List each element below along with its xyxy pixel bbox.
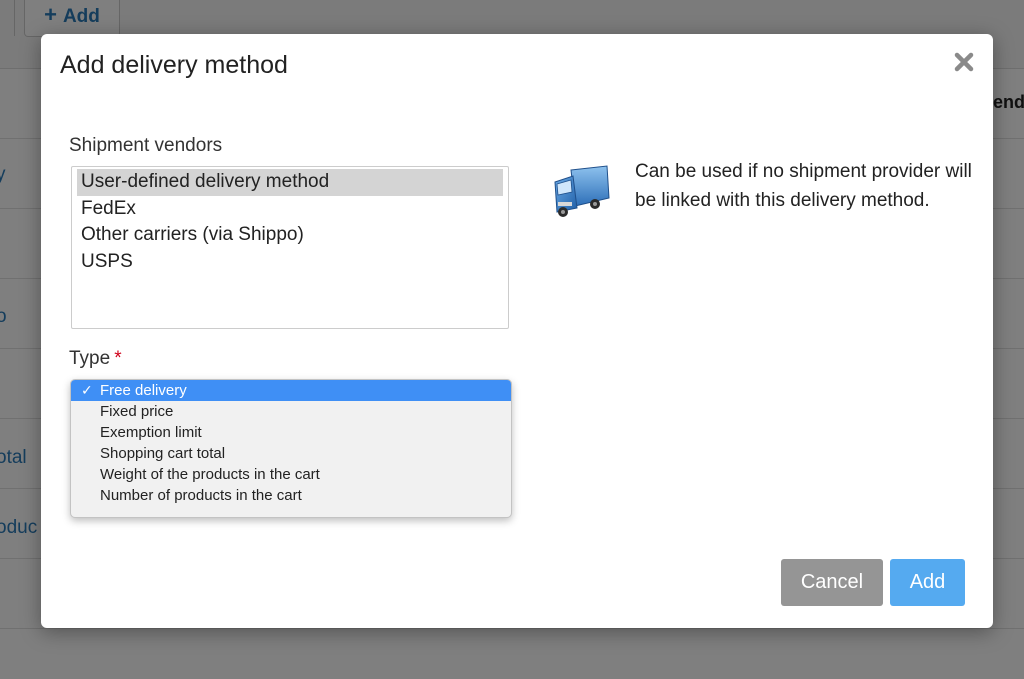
type-option[interactable]: Exemption limit [71,422,511,443]
type-option[interactable]: ✓ Free delivery [71,380,511,401]
add-button[interactable]: Add [890,559,965,606]
type-option-label: Shopping cart total [100,445,226,462]
type-option[interactable]: Fixed price [71,401,511,422]
shipment-vendors-label: Shipment vendors [69,135,223,156]
type-option-label: Fixed price [100,403,174,420]
shipment-vendors-list[interactable]: User-defined delivery method FedEx Other… [71,166,509,329]
vendor-option[interactable]: Other carriers (via Shippo) [77,222,503,249]
required-marker: * [114,348,122,369]
close-icon[interactable] [953,51,975,73]
type-option-label: Number of products in the cart [100,487,302,504]
truck-icon [554,165,610,217]
check-icon: ✓ [81,382,93,398]
type-option[interactable]: Number of products in the cart [71,485,511,506]
cancel-button[interactable]: Cancel [781,559,883,606]
type-dropdown-menu[interactable]: ✓ Free delivery Fixed price Exemption li… [70,379,512,518]
type-label-text: Type [69,348,111,369]
vendor-option[interactable]: FedEx [77,196,503,223]
dialog-title: Add delivery method [60,51,288,79]
vendor-option[interactable]: User-defined delivery method [77,169,503,196]
type-option-label: Free delivery [100,382,187,399]
type-option[interactable]: Shopping cart total [71,443,511,464]
type-option[interactable]: Weight of the products in the cart [71,464,511,485]
type-option-label: Weight of the products in the cart [100,466,320,483]
type-label: Type * [69,348,122,370]
add-delivery-method-dialog: Add delivery method Shipment vendors Use… [41,34,993,628]
vendor-description: Can be used if no shipment provider will… [635,161,972,211]
vendor-option[interactable]: USPS [77,249,503,276]
type-option-label: Exemption limit [100,424,202,441]
